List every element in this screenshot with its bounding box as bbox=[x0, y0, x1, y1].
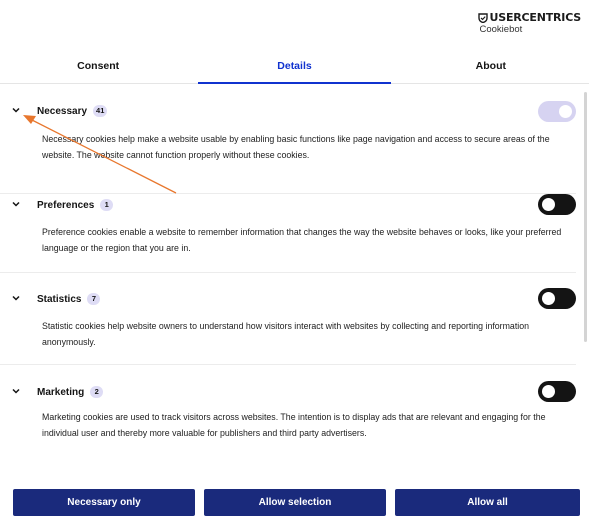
section-title: Necessary bbox=[37, 106, 88, 117]
section-title: Preferences bbox=[37, 200, 95, 211]
tab-about[interactable]: About bbox=[393, 48, 589, 83]
necessary-toggle bbox=[538, 101, 576, 122]
toggle-knob bbox=[542, 292, 555, 305]
toggle-knob bbox=[542, 198, 555, 211]
section-header-preferences[interactable]: Preferences 1 bbox=[0, 194, 576, 215]
section-title: Marketing bbox=[37, 387, 85, 398]
button-bar: Necessary only Allow selection Allow all bbox=[0, 489, 589, 516]
necessary-only-button[interactable]: Necessary only bbox=[13, 489, 195, 516]
section-header-marketing[interactable]: Marketing 2 bbox=[0, 381, 576, 402]
section-description: Statistic cookies help website owners to… bbox=[42, 321, 530, 347]
brand-subtitle: Cookiebot bbox=[479, 24, 523, 35]
section-marketing: Marketing 2 Marketing cookies are used to… bbox=[0, 365, 576, 463]
cookie-count-badge: 1 bbox=[100, 199, 114, 211]
cookie-count-badge: 2 bbox=[90, 386, 104, 398]
allow-all-button[interactable]: Allow all bbox=[395, 489, 580, 516]
marketing-toggle[interactable] bbox=[538, 381, 576, 402]
toggle-knob bbox=[542, 385, 555, 398]
shield-icon bbox=[477, 12, 488, 23]
chevron-down-icon[interactable] bbox=[11, 386, 21, 396]
allow-selection-button[interactable]: Allow selection bbox=[204, 489, 386, 516]
tab-consent[interactable]: Consent bbox=[0, 48, 196, 83]
section-title: Statistics bbox=[37, 294, 82, 305]
cookie-count-badge: 41 bbox=[93, 105, 108, 117]
details-panel: Necessary 41 Necessary cookies help make … bbox=[0, 85, 582, 478]
tab-details[interactable]: Details bbox=[196, 48, 392, 84]
scrollbar[interactable] bbox=[584, 92, 587, 342]
section-preferences: Preferences 1 Preference cookies enable a… bbox=[0, 194, 576, 273]
statistics-toggle[interactable] bbox=[538, 288, 576, 309]
section-necessary: Necessary 41 Necessary cookies help make … bbox=[0, 101, 576, 194]
section-description: Necessary cookies help make a website us… bbox=[42, 134, 550, 160]
section-description: Preference cookies enable a website to r… bbox=[42, 227, 562, 253]
tab-bar: Consent Details About bbox=[0, 48, 589, 84]
section-description: Marketing cookies are used to track visi… bbox=[42, 412, 546, 438]
chevron-down-icon[interactable] bbox=[11, 105, 21, 115]
brand-name: USERCENTRICS bbox=[489, 11, 582, 24]
section-header-necessary[interactable]: Necessary 41 bbox=[0, 101, 576, 122]
section-header-statistics[interactable]: Statistics 7 bbox=[0, 288, 576, 309]
cookie-count-badge: 7 bbox=[87, 293, 101, 305]
preferences-toggle[interactable] bbox=[538, 194, 576, 215]
section-statistics: Statistics 7 Statistic cookies help websi… bbox=[0, 273, 576, 365]
chevron-down-icon[interactable] bbox=[11, 199, 21, 209]
usercentrics-logo: USERCENTRICS Cookiebot bbox=[477, 11, 582, 35]
chevron-down-icon[interactable] bbox=[11, 293, 21, 303]
toggle-knob bbox=[559, 105, 572, 118]
